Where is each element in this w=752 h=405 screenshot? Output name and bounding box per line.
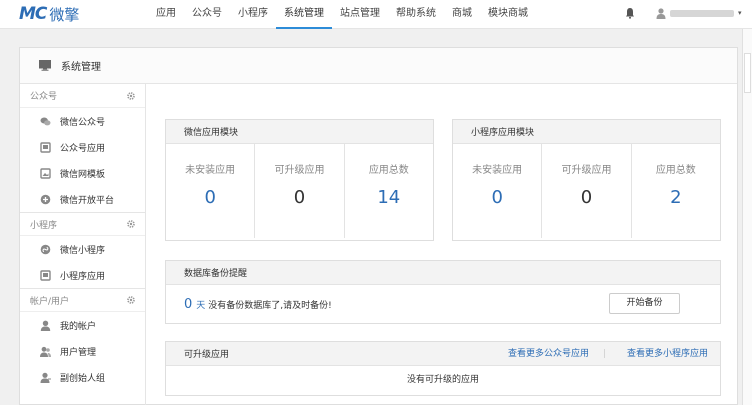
card-title: 可升级应用 bbox=[184, 350, 230, 360]
panel-header: 系统管理 bbox=[20, 48, 737, 84]
sidebar-item-label: 我的帐户 bbox=[60, 321, 97, 332]
panel-title: 系统管理 bbox=[61, 62, 101, 73]
template-icon bbox=[40, 167, 51, 179]
empty-state: 没有可升级的应用 bbox=[406, 375, 479, 385]
section-title: 公众号 bbox=[30, 92, 58, 102]
sidebar-item-account-apps[interactable]: 公众号应用 bbox=[20, 134, 145, 160]
backup-unit: 天 bbox=[196, 300, 206, 311]
sidebar-item-web-templates[interactable]: 微信网模板 bbox=[20, 160, 145, 186]
user-avatar-icon bbox=[656, 7, 666, 19]
stat-value: 2 bbox=[670, 187, 682, 208]
sidebar-item-label: 用户管理 bbox=[60, 347, 97, 358]
sidebar-item-vice-founder-group[interactable]: 副创始人组 bbox=[20, 364, 145, 390]
sidebar-item-label: 公众号应用 bbox=[60, 143, 106, 154]
gear-icon[interactable] bbox=[127, 91, 135, 100]
stat-total[interactable]: 应用总数 2 bbox=[630, 144, 720, 238]
backup-reminder-card: 数据库备份提醒 0 天 没有备份数据库了,请及时备份! 开始备份 bbox=[165, 260, 721, 324]
sidebar-item-label: 小程序应用 bbox=[60, 271, 106, 282]
mini-program-icon bbox=[40, 244, 51, 254]
stat-value: 14 bbox=[377, 187, 401, 208]
sidebar-item-my-account[interactable]: 我的帐户 bbox=[20, 312, 145, 338]
section-title: 小程序 bbox=[30, 220, 58, 231]
nav-item-help[interactable]: 帮助系统 bbox=[388, 0, 444, 29]
start-backup-button[interactable]: 开始备份 bbox=[609, 293, 680, 314]
sidebar-item-label: 微信公众号 bbox=[60, 117, 106, 128]
system-panel: 系统管理 公众号 微信公众号 公众号应用 微信网模板 微信开放平台 小程序 微信… bbox=[19, 47, 738, 405]
stat-label: 应用总数 bbox=[655, 165, 696, 176]
stat-value: 0 bbox=[491, 187, 503, 208]
gear-icon[interactable] bbox=[127, 220, 135, 228]
sidebar: 公众号 微信公众号 公众号应用 微信网模板 微信开放平台 小程序 微信小程序 小… bbox=[20, 84, 146, 405]
card-title: 数据库备份提醒 bbox=[166, 261, 720, 285]
sidebar-item-label: 微信网模板 bbox=[60, 169, 106, 180]
app-icon bbox=[40, 141, 51, 153]
card-title: 微信应用模块 bbox=[166, 120, 433, 144]
stat-total[interactable]: 应用总数 14 bbox=[343, 144, 433, 238]
backup-row: 0 天 没有备份数据库了,请及时备份! 开始备份 bbox=[166, 285, 720, 323]
gear-icon[interactable] bbox=[127, 296, 135, 304]
stat-label: 应用总数 bbox=[368, 165, 409, 176]
more-miniapp-apps-link[interactable]: 查看更多小程序应用 bbox=[627, 342, 708, 366]
wechat-icon bbox=[40, 117, 51, 125]
stat-value: 0 bbox=[293, 187, 306, 208]
stat-label: 可升级应用 bbox=[274, 165, 325, 176]
section-title: 帐户/用户 bbox=[30, 296, 70, 307]
sidebar-item-label: 副创始人组 bbox=[60, 373, 106, 384]
sidebar-item-label: 微信小程序 bbox=[60, 245, 106, 256]
logo-text: 微擎 bbox=[49, 5, 80, 24]
stat-label: 可升级应用 bbox=[561, 165, 612, 176]
nav-item-official-accounts[interactable]: 公众号 bbox=[184, 0, 230, 29]
top-nav: MC 微擎 应用 公众号 小程序 系统管理 站点管理 帮助系统 商城 模块商城 … bbox=[0, 0, 752, 29]
sidebar-item-mini-program-apps[interactable]: 小程序应用 bbox=[20, 262, 145, 288]
stats-row: 未安装应用 0 可升级应用 0 应用总数 14 bbox=[166, 144, 433, 238]
nav-item-module-store[interactable]: 模块商城 bbox=[480, 0, 536, 29]
main-nav: 应用 公众号 小程序 系统管理 站点管理 帮助系统 商城 模块商城 bbox=[148, 0, 536, 29]
sidebar-item-label: 微信开放平台 bbox=[60, 195, 115, 206]
stat-label: 未安装应用 bbox=[472, 165, 523, 176]
miniapp-modules-card: 小程序应用模块 未安装应用 0 可升级应用 0 应用总数 2 bbox=[452, 119, 721, 241]
user-icon bbox=[40, 320, 51, 331]
stat-value: 0 bbox=[204, 187, 216, 208]
open-platform-icon bbox=[40, 194, 51, 204]
stat-value: 0 bbox=[580, 187, 593, 208]
monitor-icon bbox=[39, 60, 51, 71]
backup-message: 没有备份数据库了,请及时备份! bbox=[208, 300, 332, 311]
users-icon bbox=[40, 346, 51, 357]
bell-icon[interactable] bbox=[625, 7, 635, 19]
card-header: 可升级应用 查看更多公众号应用 | 查看更多小程序应用 bbox=[166, 342, 720, 366]
stat-upgradable[interactable]: 可升级应用 0 bbox=[541, 144, 630, 238]
stat-label: 未安装应用 bbox=[185, 165, 236, 176]
stats-row: 未安装应用 0 可升级应用 0 应用总数 2 bbox=[453, 144, 720, 238]
nav-item-system-management[interactable]: 系统管理 bbox=[276, 0, 332, 29]
logo-mark: MC bbox=[19, 4, 47, 24]
sidebar-item-wechat-mini-programs[interactable]: 微信小程序 bbox=[20, 236, 145, 262]
sidebar-section-mini-programs: 小程序 bbox=[20, 212, 145, 236]
upgradable-apps-card: 可升级应用 查看更多公众号应用 | 查看更多小程序应用 没有可升级的应用 bbox=[165, 341, 721, 396]
more-wechat-apps-link[interactable]: 查看更多公众号应用 bbox=[508, 342, 589, 366]
sidebar-item-user-management[interactable]: 用户管理 bbox=[20, 338, 145, 364]
nav-item-site-management[interactable]: 站点管理 bbox=[332, 0, 388, 29]
user-group-icon bbox=[40, 372, 51, 383]
nav-item-apps[interactable]: 应用 bbox=[148, 0, 184, 29]
user-menu[interactable]: ▾ bbox=[656, 6, 742, 20]
sidebar-item-open-platform[interactable]: 微信开放平台 bbox=[20, 186, 145, 212]
scrollbar[interactable] bbox=[742, 29, 752, 405]
stat-upgradable[interactable]: 可升级应用 0 bbox=[254, 144, 343, 238]
nav-item-store[interactable]: 商城 bbox=[444, 0, 480, 29]
backup-days: 0 bbox=[184, 296, 193, 312]
stat-not-installed[interactable]: 未安装应用 0 bbox=[453, 144, 541, 238]
logo[interactable]: MC 微擎 bbox=[19, 3, 79, 25]
sidebar-item-wechat-accounts[interactable]: 微信公众号 bbox=[20, 108, 145, 134]
scroll-thumb[interactable] bbox=[744, 53, 751, 93]
sidebar-section-official-accounts: 公众号 bbox=[20, 84, 145, 108]
stat-not-installed[interactable]: 未安装应用 0 bbox=[166, 144, 254, 238]
chevron-down-icon: ▾ bbox=[738, 9, 742, 17]
user-name-redacted bbox=[670, 9, 734, 17]
sidebar-section-accounts-users: 帐户/用户 bbox=[20, 288, 145, 312]
card-title: 小程序应用模块 bbox=[453, 120, 720, 144]
wechat-modules-card: 微信应用模块 未安装应用 0 可升级应用 0 应用总数 14 bbox=[165, 119, 434, 241]
link-separator: | bbox=[603, 349, 607, 359]
app-icon bbox=[40, 269, 51, 281]
nav-item-mini-programs[interactable]: 小程序 bbox=[230, 0, 276, 29]
